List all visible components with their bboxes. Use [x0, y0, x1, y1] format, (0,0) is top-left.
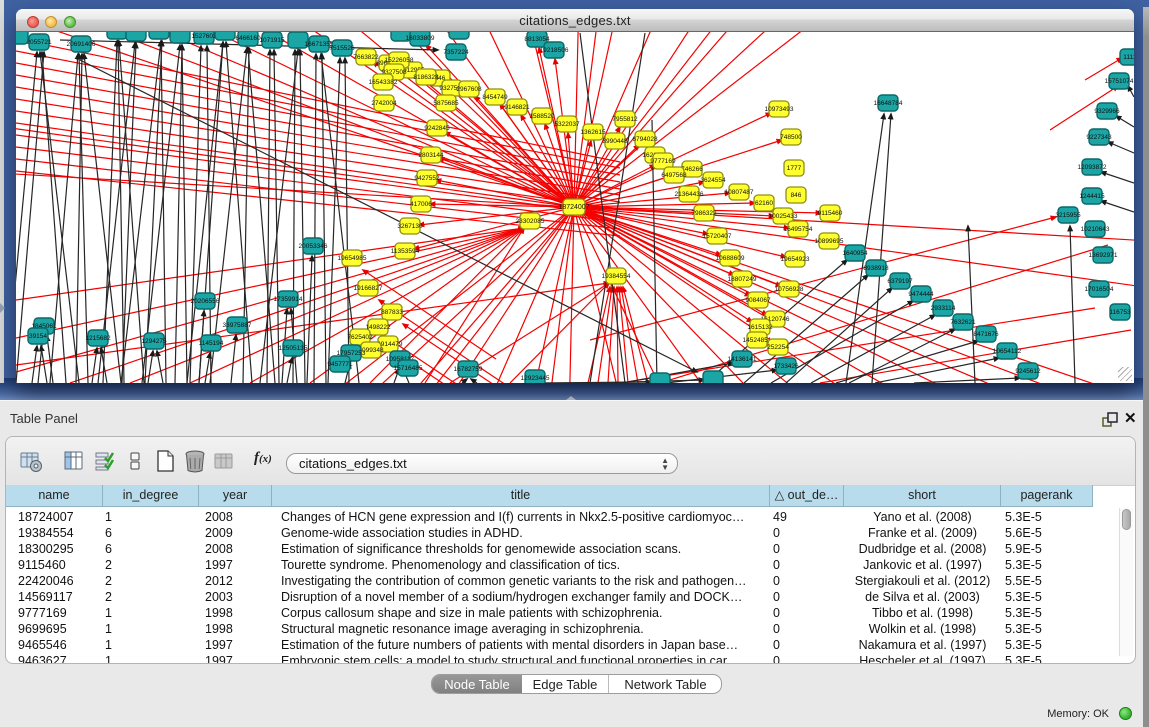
svg-text:7986322: 7986322 [691, 210, 717, 217]
svg-text:1588520: 1588520 [529, 113, 555, 120]
svg-text:23302085: 23302085 [516, 218, 545, 225]
svg-text:10807487: 10807487 [725, 189, 754, 196]
svg-text:1071915: 1071915 [259, 37, 285, 44]
svg-text:10025433: 10025433 [769, 213, 798, 220]
svg-text:2742004: 2742004 [371, 100, 397, 107]
svg-text:10756928: 10756928 [775, 286, 804, 293]
svg-text:15716485: 15716485 [394, 365, 423, 372]
svg-text:1640954: 1640954 [842, 250, 868, 257]
svg-text:17359914: 17359914 [274, 296, 303, 303]
svg-text:2933114: 2933114 [931, 305, 956, 312]
svg-text:1145194: 1145194 [199, 340, 224, 347]
svg-text:8471676: 8471676 [973, 331, 999, 338]
svg-text:1527602: 1527602 [191, 33, 217, 40]
svg-text:5322037: 5322037 [554, 121, 580, 128]
svg-text:1777: 1777 [787, 165, 802, 172]
svg-text:39154: 39154 [29, 333, 47, 340]
svg-text:1244415: 1244415 [1079, 193, 1105, 200]
svg-text:10210643: 10210643 [1081, 226, 1110, 233]
svg-text:16543382: 16543382 [369, 79, 398, 86]
svg-text:7663822: 7663822 [353, 54, 379, 61]
svg-text:11353594: 11353594 [391, 248, 420, 255]
svg-text:13692971: 13692971 [1089, 252, 1118, 259]
svg-text:8454749: 8454749 [482, 94, 508, 101]
svg-text:1362615: 1362615 [580, 129, 606, 136]
svg-text:3624554: 3624554 [700, 177, 726, 184]
svg-text:12923445: 12923445 [521, 375, 550, 382]
svg-text:9329966: 9329966 [1094, 108, 1120, 115]
svg-text:6379197: 6379197 [887, 278, 913, 285]
svg-text:10654112: 10654112 [993, 348, 1022, 355]
svg-text:9146821: 9146821 [504, 104, 530, 111]
svg-text:1294275: 1294275 [141, 338, 167, 345]
svg-text:8186328: 8186328 [413, 74, 439, 81]
svg-text:6794028: 6794028 [632, 136, 658, 143]
svg-text:9245612: 9245612 [1015, 368, 1041, 375]
svg-text:17016504: 17016504 [1085, 286, 1114, 293]
svg-text:10973493: 10973493 [765, 106, 794, 113]
svg-text:21364436: 21364436 [675, 191, 704, 198]
svg-text:116753: 116753 [1109, 309, 1131, 316]
svg-text:7632621: 7632621 [950, 319, 976, 326]
svg-text:16648784: 16648784 [874, 100, 903, 107]
svg-text:9777169: 9777169 [650, 158, 676, 165]
svg-text:7357224: 7357224 [443, 49, 469, 56]
svg-text:1215682: 1215682 [85, 335, 111, 342]
svg-text:2803144: 2803144 [418, 152, 444, 159]
svg-text:19166827: 19166827 [354, 285, 383, 292]
svg-text:7515526: 7515526 [329, 45, 355, 52]
svg-text:7955812: 7955812 [612, 116, 638, 123]
svg-text:1615132: 1615132 [747, 324, 773, 331]
svg-text:20691406: 20691406 [67, 41, 96, 48]
svg-text:62160: 62160 [755, 200, 773, 207]
svg-text:15720407: 15720407 [703, 233, 732, 240]
svg-text:252254: 252254 [767, 344, 789, 351]
svg-text:15751074: 15751074 [1105, 78, 1134, 85]
svg-text:10899695: 10899695 [815, 238, 844, 245]
svg-text:18724007: 18724007 [558, 204, 589, 211]
svg-text:3215955: 3215955 [1055, 212, 1081, 219]
svg-text:19654923: 19654923 [781, 256, 810, 263]
svg-text:8990448: 8990448 [602, 138, 628, 145]
svg-text:748500: 748500 [780, 134, 802, 141]
svg-text:9457771: 9457771 [327, 361, 353, 368]
svg-text:417006: 417006 [410, 201, 432, 208]
svg-text:12093872: 12093872 [1078, 164, 1107, 171]
svg-text:12505135: 12505135 [279, 345, 308, 352]
svg-text:20206556: 20206556 [191, 298, 220, 305]
svg-text:846: 846 [791, 192, 802, 199]
svg-text:1112: 1112 [1123, 54, 1134, 61]
svg-text:3267130: 3267130 [397, 223, 423, 230]
svg-text:7625402: 7625402 [347, 334, 373, 341]
svg-text:9084067: 9084067 [745, 297, 771, 304]
svg-text:19218506: 19218506 [540, 47, 569, 54]
svg-text:2055721: 2055721 [26, 39, 52, 46]
svg-text:6497568: 6497568 [661, 172, 687, 179]
svg-text:9115460: 9115460 [818, 210, 843, 217]
svg-text:19384554: 19384554 [602, 273, 631, 280]
svg-text:15226058: 15226058 [385, 57, 414, 64]
svg-text:9427552: 9427552 [414, 175, 440, 182]
svg-text:19654985: 19654985 [338, 255, 367, 262]
svg-text:887833: 887833 [381, 309, 403, 316]
svg-text:9242845: 9242845 [424, 125, 450, 132]
svg-text:9227343: 9227343 [1086, 134, 1112, 141]
svg-text:10688609: 10688609 [716, 255, 745, 262]
svg-text:2967608: 2967608 [456, 86, 482, 93]
svg-text:1733426: 1733426 [773, 363, 799, 370]
svg-text:33975887: 33975887 [223, 322, 252, 329]
svg-text:16033809: 16033809 [406, 35, 435, 42]
svg-text:16782759: 16782759 [454, 366, 483, 373]
svg-text:20053346: 20053346 [299, 243, 328, 250]
svg-text:5875685: 5875685 [433, 100, 459, 107]
svg-text:8938918: 8938918 [863, 265, 889, 272]
svg-text:9474444: 9474444 [908, 291, 934, 298]
svg-text:6466160: 6466160 [235, 35, 261, 42]
svg-text:14136141: 14136141 [728, 356, 757, 363]
svg-text:16495754: 16495754 [784, 226, 813, 233]
svg-text:18807249: 18807249 [728, 276, 757, 283]
